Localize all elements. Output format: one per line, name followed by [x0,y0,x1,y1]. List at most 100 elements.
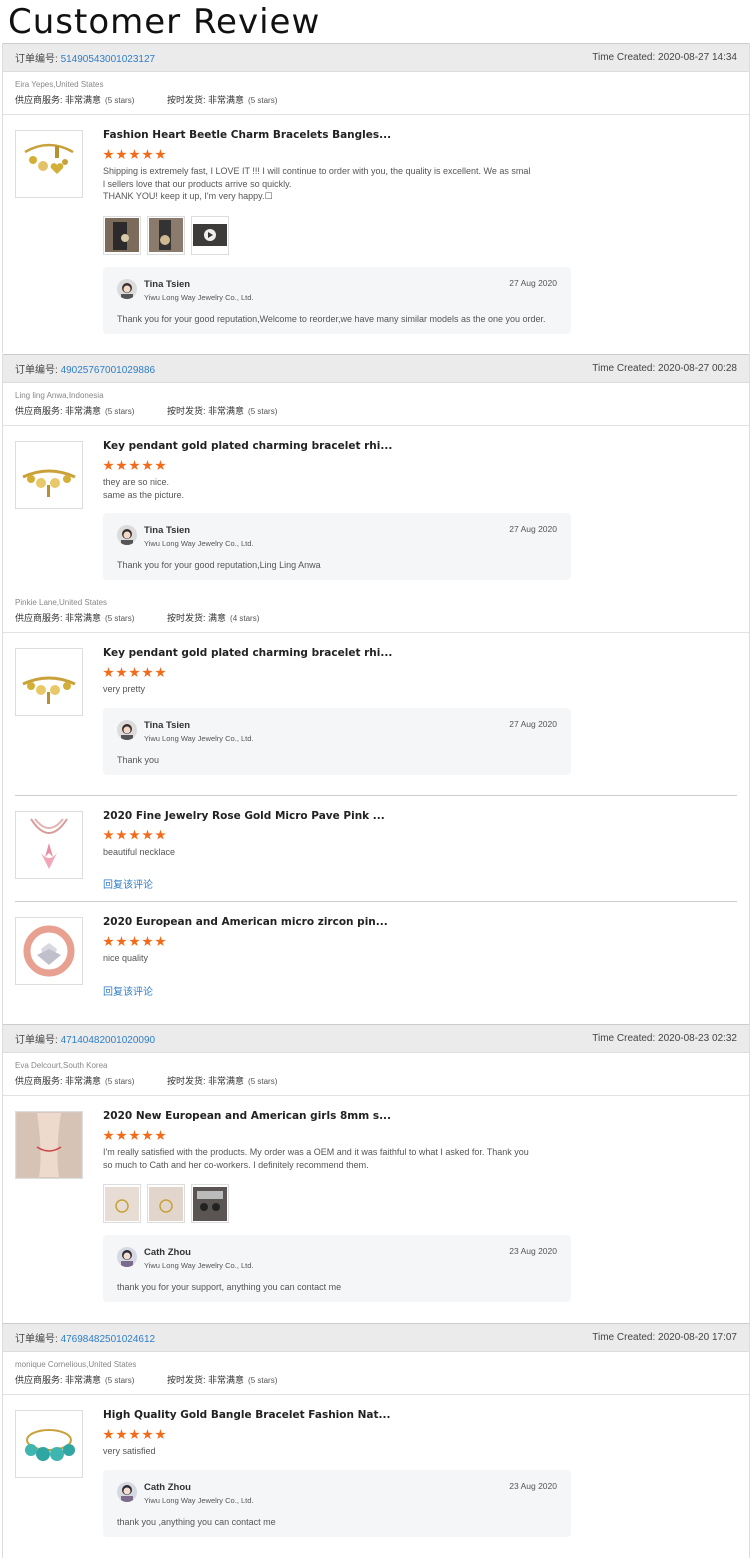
order-header: 订单编号: 47698482501024612 Time Created: 20… [3,1323,749,1352]
buyer-info: Ling ling Anwa,Indonesia 供应商服务: 非常满意 (5 s… [3,391,749,417]
page-title: Customer Review [8,2,321,42]
buyer-name: Eva Delcourt,South Korea [15,1061,108,1070]
shipping-label: 按时发货: [167,613,206,623]
review-item: 2020 European and American micro zircon … [15,901,737,1008]
avatar [117,1481,137,1502]
reply-to-review-link[interactable]: 回复该评论 [103,983,737,998]
product-title[interactable]: 2020 New European and American girls 8mm… [103,1110,737,1122]
order-card: 订单编号: 49025767001029886 Time Created: 20… [2,354,750,1024]
star-icon [129,667,140,678]
service-stars: (5 stars) [105,1376,135,1385]
review-item: 2020 New European and American girls 8mm… [3,1096,749,1312]
product-thumbnail[interactable] [15,1111,83,1179]
reply-author: Tina Tsien [144,719,191,731]
star-icon [155,460,166,471]
rating-stars [103,149,737,160]
seller-reply: Cath Zhou Yiwu Long Way Jewelry Co., Ltd… [103,1235,571,1302]
buyer-ratings: 供应商服务: 非常满意 (5 stars) 按时发货: 满意 (4 stars) [15,611,737,624]
buyer-info: Eira Yepes,United States 供应商服务: 非常满意 (5 s… [3,80,749,106]
buyer-info: Eva Delcourt,South Korea 供应商服务: 非常满意 (5 s… [3,1061,749,1087]
product-title[interactable]: High Quality Gold Bangle Bracelet Fashio… [103,1409,737,1421]
order-number-link[interactable]: 51490543001023127 [61,54,156,65]
service-label: 供应商服务: [15,1076,63,1086]
order-card: 订单编号: 47698482501024612 Time Created: 20… [2,1323,750,1558]
shipping-stars: (4 stars) [230,614,260,623]
star-icon [155,1130,166,1141]
shipping-rating: 非常满意 [208,1375,245,1385]
service-label: 供应商服务: [15,613,63,623]
reply-date: 27 Aug 2020 [509,277,557,288]
seller-reply: Tina Tsien Yiwu Long Way Jewelry Co., Lt… [103,266,571,334]
order-number-link[interactable]: 47140482001020090 [61,1035,156,1046]
star-icon [103,829,114,840]
review-item: Fashion Heart Beetle Charm Bracelets Ban… [3,115,749,344]
time-created-label: Time Created: [592,1332,656,1343]
product-thumbnail[interactable] [15,130,83,198]
review-item: Key pendant gold plated charming bracele… [3,426,749,590]
photo-icon [105,218,139,252]
star-icon [103,149,114,160]
review-photo[interactable] [103,1184,141,1223]
star-icon [142,1130,153,1141]
star-icon [116,149,127,160]
review-video[interactable] [191,215,229,255]
reply-company: Yiwu Long Way Jewelry Co., Ltd. [144,292,254,302]
star-icon [116,667,127,678]
star-icon [142,667,153,678]
reply-author: Tina Tsien [144,278,191,290]
shipping-rating: 非常满意 [208,1076,245,1086]
reply-company: Yiwu Long Way Jewelry Co., Ltd. [144,539,254,548]
product-thumbnail[interactable] [15,441,83,509]
review-text: I'm really satisfied with the products. … [103,1147,529,1170]
bracelet-image-icon [23,925,75,977]
review-photo[interactable] [191,1184,229,1223]
reply-author: Tina Tsien [144,525,191,536]
service-stars: (5 stars) [105,614,135,623]
product-title[interactable]: 2020 Fine Jewelry Rose Gold Micro Pave P… [103,810,737,822]
order-number-link[interactable]: 49025767001029886 [61,365,156,376]
order-number-link[interactable]: 47698482501024612 [61,1334,156,1345]
product-thumbnail[interactable] [15,810,83,879]
shipping-rating: 满意 [208,613,227,623]
product-title[interactable]: Key pendant gold plated charming bracele… [103,440,737,452]
reply-company: Yiwu Long Way Jewelry Co., Ltd. [144,1495,254,1505]
product-thumbnail[interactable] [15,1410,83,1478]
avatar [117,278,137,299]
shipping-rating: 非常满意 [208,95,245,105]
review-photo[interactable] [147,1184,185,1223]
product-title[interactable]: Key pendant gold plated charming bracele… [103,647,737,659]
service-label: 供应商服务: [15,95,63,105]
shipping-label: 按时发货: [167,1375,206,1385]
product-title[interactable]: Fashion Heart Beetle Charm Bracelets Ban… [103,129,737,141]
order-number-label: 订单编号: [15,1035,58,1046]
review-photo[interactable] [103,215,141,255]
star-icon [142,460,153,471]
time-created-value: 2020-08-20 17:07 [658,1332,737,1343]
product-thumbnail[interactable] [15,648,83,716]
buyer-info: Pinkie Lane,United States 供应商服务: 非常满意 (5 … [3,598,749,624]
star-icon [103,1429,114,1440]
star-icon [155,829,166,840]
product-title[interactable]: 2020 European and American micro zircon … [103,916,737,928]
review-item: 2020 Fine Jewelry Rose Gold Micro Pave P… [15,794,737,902]
rating-stars [103,460,737,471]
service-label: 供应商服务: [15,406,63,416]
seller-reply: Tina Tsien Yiwu Long Way Jewelry Co., Lt… [103,513,571,580]
time-created-label: Time Created: [592,363,656,374]
product-thumbnail[interactable] [15,917,83,985]
review-text: beautiful necklace [103,846,176,857]
reply-text: thank you ,anything you can contact me [117,1516,276,1527]
buyer-name: Eira Yepes,United States [15,80,104,89]
buyer-ratings: 供应商服务: 非常满意 (5 stars) 按时发货: 非常满意 (5 stars) [15,93,737,106]
necklace-image-icon [30,817,68,869]
star-icon [116,829,127,840]
bracelet-image-icon [22,469,76,497]
reply-to-review-link[interactable]: 回复该评论 [103,876,737,891]
service-stars: (5 stars) [105,407,135,416]
star-icon [116,936,127,947]
service-rating: 非常满意 [65,1375,102,1385]
review-photo[interactable] [147,215,185,255]
service-rating: 非常满意 [65,1076,102,1086]
buyer-name: Ling ling Anwa,Indonesia [15,391,104,400]
time-created-value: 2020-08-27 14:34 [658,52,737,63]
